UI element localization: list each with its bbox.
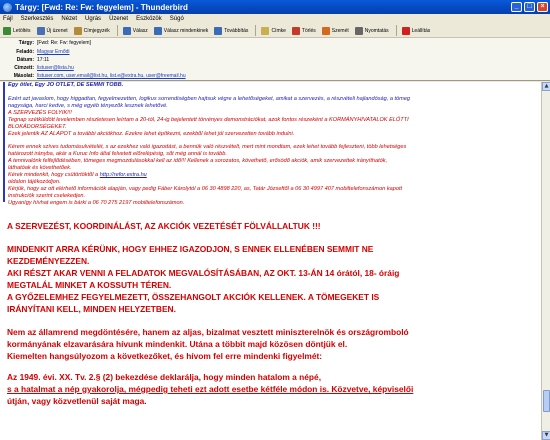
body-line: MINDENKIT ARRA KÉRÜNK, HOGY EHHEZ IGAZOD… [7,244,374,254]
maximize-button[interactable]: □ [524,2,535,12]
toolbar-button-label: Címke [271,27,286,34]
body-line: útján, vagy közvetlenül saját maga. [7,396,147,406]
quoted-line: BLOKÁDORSÉGEKET. [8,124,67,130]
body-line: Kiemelten hangsúlyozom a következőket, é… [7,351,323,361]
window-title: Tárgy: [Fwd: Re: Fw: fegyelem] - Thunder… [15,2,188,12]
menu-file[interactable]: Fájl [3,16,13,22]
from-label: Feladó: [16,49,34,55]
menu-go[interactable]: Ugrás [85,16,101,22]
toolbar-button-8[interactable]: Szemét [321,25,352,37]
delete-icon [291,26,300,35]
quoted-line: Ezek jelentik AZ ALAPOT a további akciók… [8,131,295,137]
toolbar-button-label: Új üzenet [46,27,68,34]
cc-value[interactable]: listuser.com, user.email@list.hu, list.e… [37,73,186,79]
quoted-line: Ezért azt javaslom, hogy higgadtan, fegy… [8,96,411,102]
toolbar-button-9[interactable]: Nyomtatás [354,25,392,37]
quoted-line: oldalon tájékozódjon. [8,179,61,185]
body-line: MEGTALÁL MINKET A KOSSUTH TÉREN. [7,280,172,290]
from-value[interactable]: Magyar Ernődi [37,49,70,55]
quoted-line: határozott irányba, akár a Kuruc Info ál… [8,151,227,157]
body-line: Nem az államrend megdöntésére, hanem az … [7,327,409,337]
body-line: AKI RÉSZT AKAR VENNI A FELADATOK MEGVALÓ… [7,268,400,278]
menu-message[interactable]: Üzenet [109,16,128,22]
body-line: s a hatalmat a nép gyakorolja, mégpedig … [7,384,414,394]
toolbar-separator [255,25,257,36]
toolbar-button-4[interactable]: Válasz mindenkinek [153,25,211,37]
toolbar-button-label: Válasz mindenkinek [163,27,209,34]
toolbar-separator [116,25,118,36]
toolbar-button-10[interactable]: Leállítás [401,25,434,37]
tag-icon [261,26,270,35]
message-headers: Tárgy: [Fwd: Re: Fw: fegyelem] Feladó: M… [0,38,550,81]
to-label: Címzett: [14,65,34,71]
toolbar-button-label: Címjegyzék [83,27,110,34]
vertical-scrollbar[interactable]: ▲ ▼ [541,82,550,440]
thunderbird-icon [3,2,12,12]
toolbar-button-label: Válasz [132,27,148,34]
date-label: Dátum: [16,57,34,63]
quoted-line: Ugyanígy hívhat engem is bárki a 06 70 2… [8,200,185,206]
toolbar-button-1[interactable]: Új üzenet [36,25,71,37]
menu-view[interactable]: Nézet [61,16,77,22]
print-icon [354,26,363,35]
toolbar-button-0[interactable]: Letöltés [2,25,34,37]
addressbook-icon [73,26,82,35]
quoted-line: Kérjük, hogy az ott elérhető információk… [8,186,403,192]
scroll-thumb[interactable] [543,390,550,412]
toolbar-separator [395,25,397,36]
toolbar-button-2[interactable]: Címjegyzék [73,25,113,37]
menu-tools[interactable]: Eszközök [136,16,162,22]
menu-help[interactable]: Súgó [170,16,184,22]
toolbar-button-label: Nyomtatás [364,27,389,34]
quoted-line: Kérem ennek szíves tudomásulvételét, s a… [8,144,407,150]
menu-bar: Fájl Szerkesztés Nézet Ugrás Üzenet Eszk… [0,14,550,24]
compose-icon [36,26,45,35]
menu-edit[interactable]: Szerkesztés [21,16,54,22]
subject-value: [Fwd: Re: Fw: fegyelem] [37,40,91,46]
close-button[interactable]: × [537,2,548,12]
toolbar-button-label: Továbbítás [224,27,249,34]
cc-label: Másolat: [13,73,34,79]
forward-icon [214,26,223,35]
message-body[interactable]: Egy ötlet, Egy JÓ ÖTLET, DE SEMMI TÖBB. E… [0,82,541,440]
quoted-line: A SZERVEZÉS FOLYIK!!! [8,110,72,116]
quoted-line: A tennivalónk felfejlődésében, tömeges m… [8,158,388,164]
title-bar: Tárgy: [Fwd: Re: Fw: fegyelem] - Thunder… [0,0,550,14]
toolbar-button-label: Letöltés [13,27,31,34]
quoted-line: nagysága, harci kedve, s még egyéb ténye… [8,103,168,109]
toolbar-button-7[interactable]: Törlés [291,25,319,37]
body-line: IRÁNYÍTANI KELL, MINDEN HELYZETBEN. [7,304,176,314]
quoted-line: Egy ötlet, Egy JÓ ÖTLET, DE SEMMI TÖBB. [8,82,124,88]
download-icon [3,26,11,35]
body-line: kormányának elzavarására hívunk mindenki… [7,339,348,349]
body-line: A GYŐZELEMHEZ FEGYELMEZETT, ÖSSZEHANGOLT… [7,292,380,302]
reply-icon [122,26,131,35]
reply-all-icon [153,26,162,35]
quoted-line: Tegnap szétküldött levelemben részletese… [8,117,409,123]
date-value: 17:11 [37,57,50,63]
toolbar-button-label: Szemét [331,27,349,34]
body-line: KEZDEMÉNYEZZEN. [7,256,90,266]
toolbar-button-6[interactable]: Címke [260,25,288,37]
scroll-down-arrow-icon[interactable]: ▼ [542,431,550,440]
quote-bar [3,82,5,202]
minimize-button[interactable]: _ [511,2,522,12]
scroll-up-arrow-icon[interactable]: ▲ [542,82,550,91]
toolbar-button-3[interactable]: Válasz [122,25,151,37]
subject-label: Tárgy: [18,40,34,46]
body-line: A SZERVEZÉST, KOORDINÁLÁST, AZ AKCIÓK VE… [7,221,321,231]
quoted-line: instrukciók szerint cselekedjen. [8,193,86,199]
stop-icon [401,26,410,35]
refor-link[interactable]: http://refor.extra.hu [100,172,147,178]
toolbar: Letöltés Új üzenet Címjegyzék Válasz Válasz … [0,24,550,38]
quoted-line: láthatóak és követhetőek. [8,165,72,171]
to-value[interactable]: listuser@lista.hu [37,65,74,71]
quoted-line[interactable]: Kérek mindenkit, hogy csütörtöktől a htt… [8,172,147,179]
junk-icon [321,26,330,35]
body-line: Az 1949. évi. XX. Tv. 2.§ (2) bekezdése … [7,372,322,382]
toolbar-button-label: Leállítás [411,27,431,34]
toolbar-button-label: Törlés [301,27,316,34]
toolbar-button-5[interactable]: Továbbítás [213,25,251,37]
